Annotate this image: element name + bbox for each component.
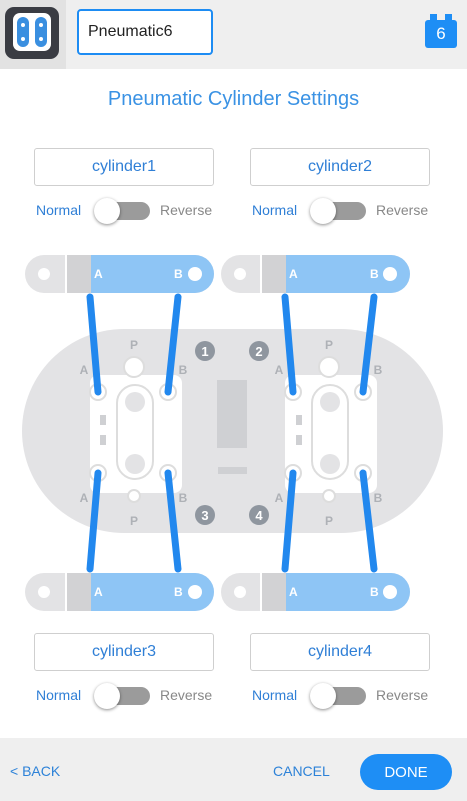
port-number-2: 2 xyxy=(255,344,262,359)
cylinder4-graphic: A B xyxy=(221,573,410,611)
valve-port-label: B xyxy=(179,491,188,505)
cylinder4-name-box[interactable]: cylinder4 xyxy=(250,633,430,671)
cylinder4-name: cylinder4 xyxy=(307,643,373,660)
device-icon-area xyxy=(0,0,66,69)
cylinder-port-label: B xyxy=(174,267,183,281)
done-button[interactable]: DONE xyxy=(360,754,452,790)
valve-port-label: B xyxy=(374,363,383,377)
cylinder2-reverse-label: Reverse xyxy=(376,202,429,218)
valve-port-label: B xyxy=(374,491,383,505)
cylinder4-reverse-label: Reverse xyxy=(376,687,429,703)
cylinder3-graphic: A B xyxy=(25,573,214,611)
pneumatic-diagram: P A B A B P P A B A B P 1 2 3 4 A B A B xyxy=(22,255,443,611)
port-number-4: 4 xyxy=(255,508,263,523)
cylinder4-direction-toggle[interactable] xyxy=(310,683,366,709)
cylinder-port-label: A xyxy=(94,585,103,599)
cylinder-port-label: B xyxy=(370,267,379,281)
valve-port-label: P xyxy=(325,338,333,352)
header-bar: 6 xyxy=(0,0,467,69)
back-button[interactable]: < BACK xyxy=(10,763,60,779)
cylinder4-normal-label: Normal xyxy=(252,687,298,703)
cylinder1-graphic: A B xyxy=(25,255,214,293)
cylinder2-direction-row: Normal Reverse xyxy=(0,197,467,225)
port-number-badge: 6 xyxy=(425,14,457,48)
valve-port-label: P xyxy=(325,514,333,528)
cylinder3-name: cylinder3 xyxy=(91,643,157,660)
port-number-1: 1 xyxy=(201,344,208,359)
valve-port-label: A xyxy=(275,491,284,505)
page-title: Pneumatic Cylinder Settings xyxy=(107,88,360,110)
cylinder2-name: cylinder2 xyxy=(307,158,373,175)
valve-port-label: A xyxy=(80,363,89,377)
cylinder4-direction-row: Normal Reverse xyxy=(0,682,467,710)
device-name-input[interactable] xyxy=(77,9,213,55)
cylinder1-name: cylinder1 xyxy=(91,158,157,175)
cylinder1-name-box[interactable]: cylinder1 xyxy=(34,148,214,186)
cylinder3-name-box[interactable]: cylinder3 xyxy=(34,633,214,671)
pneumatic-device-icon xyxy=(5,7,59,59)
valve-port-label: B xyxy=(179,363,188,377)
port-number: 6 xyxy=(436,24,446,43)
valve-port-label: P xyxy=(130,338,138,352)
cancel-button[interactable]: CANCEL xyxy=(273,763,330,779)
cylinder2-direction-toggle[interactable] xyxy=(310,198,366,224)
cylinder2-graphic: A B xyxy=(221,255,410,293)
cylinder2-name-box[interactable]: cylinder2 xyxy=(250,148,430,186)
cylinder-port-label: A xyxy=(289,267,298,281)
cylinder-port-label: A xyxy=(94,267,103,281)
valve-center-slot xyxy=(217,380,247,448)
cylinder-port-label: B xyxy=(174,585,183,599)
valve-port-label: A xyxy=(275,363,284,377)
footer-bar: < BACK CANCEL DONE xyxy=(0,738,467,801)
cylinder-port-label: A xyxy=(289,585,298,599)
cylinder-port-label: B xyxy=(370,585,379,599)
port-number-3: 3 xyxy=(201,508,208,523)
valve-port-label: A xyxy=(80,491,89,505)
done-label: DONE xyxy=(384,763,428,781)
valve-port-label: P xyxy=(130,514,138,528)
valve-center-bar xyxy=(218,467,247,474)
cylinder2-normal-label: Normal xyxy=(252,202,298,218)
